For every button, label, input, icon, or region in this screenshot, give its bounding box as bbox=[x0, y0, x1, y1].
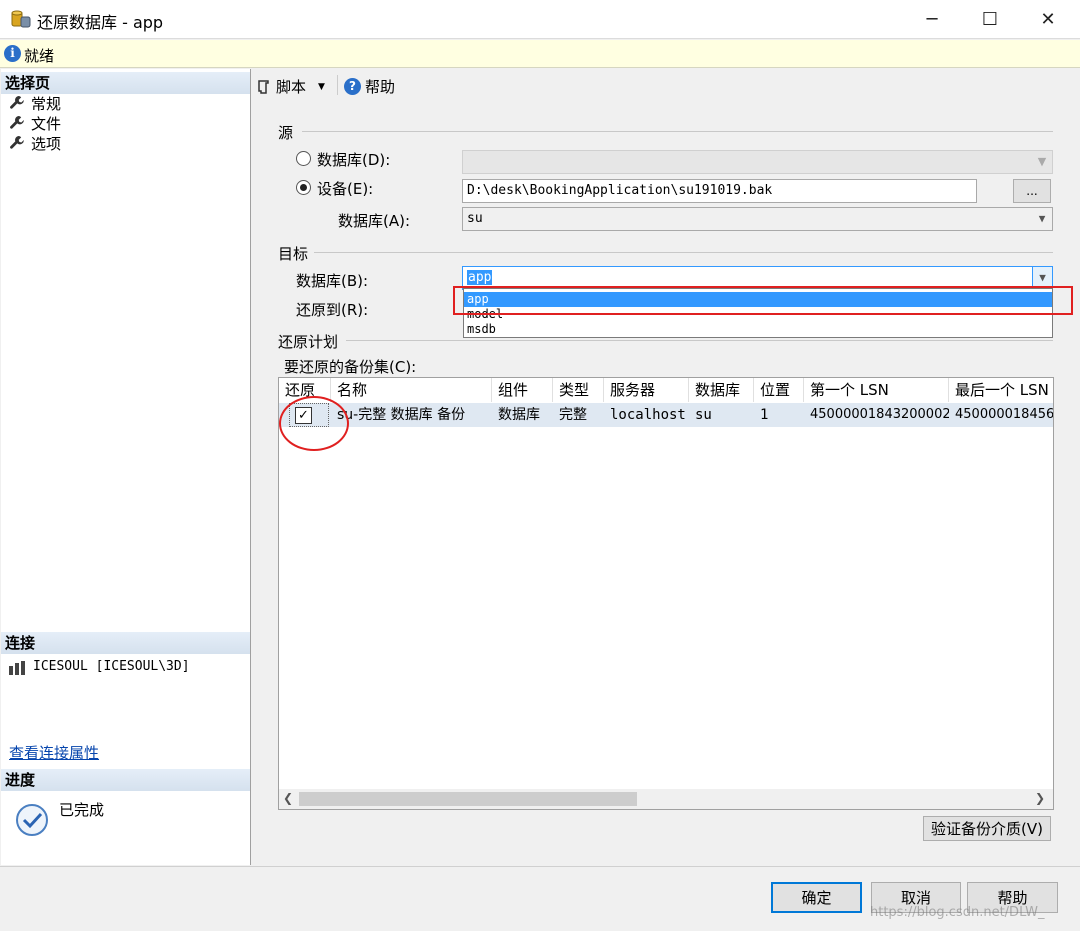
page-item-general[interactable]: 常规 bbox=[9, 93, 61, 113]
source-group-label: 源 bbox=[278, 124, 294, 142]
server-connection-icon bbox=[9, 661, 25, 675]
cell-component: 数据库 bbox=[498, 407, 540, 423]
cell-type: 完整 bbox=[559, 407, 587, 423]
script-label: 脚本 bbox=[276, 78, 307, 96]
ok-button[interactable]: 确定 bbox=[771, 882, 862, 913]
plan-group-label: 还原计划 bbox=[278, 333, 339, 351]
title-bar: 还原数据库 - app ─ ☐ ✕ bbox=[0, 0, 1080, 39]
info-icon: i bbox=[4, 45, 21, 62]
source-db-select[interactable]: su ▼ bbox=[462, 207, 1053, 231]
chevron-down-icon: ▼ bbox=[1038, 212, 1046, 225]
device-path-field[interactable]: D:\desk\BookingApplication\su191019.bak bbox=[462, 179, 977, 203]
column-header[interactable]: 组件 bbox=[492, 378, 553, 402]
help-icon: ? bbox=[344, 78, 361, 95]
column-header[interactable]: 最后一个 LSN bbox=[949, 378, 1053, 402]
verify-backup-button[interactable]: 验证备份介质(V) bbox=[923, 816, 1051, 841]
annotation-circle bbox=[279, 396, 349, 451]
help-label: 帮助 bbox=[365, 78, 396, 96]
completed-check-icon bbox=[16, 804, 48, 836]
page-item-label: 选项 bbox=[31, 134, 62, 153]
cell-name: su-完整 数据库 备份 bbox=[337, 407, 466, 423]
column-header[interactable]: 数据库 bbox=[689, 378, 754, 402]
column-header[interactable]: 第一个 LSN bbox=[804, 378, 949, 402]
select-page-header: 选择页 bbox=[1, 72, 250, 94]
maximize-button[interactable]: ☐ bbox=[961, 0, 1019, 39]
scroll-right-icon[interactable]: ❯ bbox=[1035, 791, 1045, 805]
column-header[interactable]: 服务器 bbox=[604, 378, 689, 402]
connection-header: 连接 bbox=[1, 632, 250, 654]
view-connection-properties-link[interactable]: 查看连接属性 bbox=[9, 742, 99, 763]
cell-server: localhost bbox=[610, 407, 686, 423]
status-text: 就绪 bbox=[24, 47, 55, 65]
column-header[interactable]: 类型 bbox=[553, 378, 604, 402]
main-pane: 脚本 ▼ ? 帮助 源 数据库(D): ▼ 设备(E): D:\desk\Boo… bbox=[252, 69, 1080, 865]
wrench-icon bbox=[10, 116, 24, 129]
backup-sets-grid[interactable]: 还原 名称 组件 类型 服务器 数据库 位置 第一个 LSN 最后一个 LSN … bbox=[278, 377, 1054, 810]
horizontal-scrollbar[interactable]: ❮ ❯ bbox=[279, 789, 1053, 809]
toolbar-separator bbox=[337, 75, 338, 95]
destination-group-line bbox=[314, 252, 1053, 253]
browse-button[interactable]: ... bbox=[1013, 179, 1051, 203]
source-database-select[interactable]: ▼ bbox=[462, 150, 1053, 174]
column-header[interactable]: 位置 bbox=[754, 378, 804, 402]
source-db-value: su bbox=[467, 211, 483, 226]
cell-database: su bbox=[695, 407, 712, 423]
source-group-line bbox=[302, 131, 1053, 132]
source-db-label: 数据库(A): bbox=[338, 212, 411, 230]
plan-group-line bbox=[346, 340, 1053, 341]
chevron-down-icon: ▼ bbox=[318, 81, 325, 92]
restore-to-label: 还原到(R): bbox=[296, 301, 369, 319]
progress-header: 进度 bbox=[1, 769, 250, 791]
scrollbar-thumb[interactable] bbox=[299, 792, 637, 806]
cell-last-lsn: 4500000184560 bbox=[955, 407, 1054, 422]
close-button[interactable]: ✕ bbox=[1019, 0, 1077, 39]
wrench-icon bbox=[10, 136, 24, 149]
connection-value: ICESOUL [ICESOUL\3D] bbox=[33, 659, 190, 674]
scroll-left-icon[interactable]: ❮ bbox=[283, 791, 293, 805]
script-button[interactable]: 脚本 ▼ bbox=[256, 76, 325, 97]
page-item-options[interactable]: 选项 bbox=[9, 133, 61, 153]
destination-db-value: app bbox=[467, 270, 493, 285]
device-source-radio[interactable] bbox=[296, 180, 311, 195]
database-source-radio[interactable] bbox=[296, 151, 311, 166]
cell-first-lsn: 45000001843200002 bbox=[810, 407, 949, 422]
column-header[interactable]: 名称 bbox=[331, 378, 492, 402]
annotation-rectangle bbox=[453, 286, 1073, 315]
script-icon bbox=[258, 79, 269, 94]
page-item-label: 常规 bbox=[31, 94, 62, 113]
cell-position: 1 bbox=[760, 407, 769, 423]
minimize-button[interactable]: ─ bbox=[903, 0, 961, 39]
device-source-label: 设备(E): bbox=[317, 180, 374, 198]
left-pane: 选择页 常规 文件 选项 连接 ICESOUL [ICESOUL\3D] 查看连… bbox=[1, 69, 251, 865]
page-item-label: 文件 bbox=[31, 114, 62, 133]
window-title: 还原数据库 - app bbox=[37, 13, 164, 32]
backup-sets-label: 要还原的备份集(C): bbox=[284, 358, 417, 376]
page-item-files[interactable]: 文件 bbox=[9, 113, 61, 133]
dialog-footer: 确定 取消 帮助 https://blog.csdn.net/DLW_ bbox=[0, 866, 1080, 931]
watermark: https://blog.csdn.net/DLW_ bbox=[870, 905, 1045, 920]
wrench-icon bbox=[10, 96, 24, 109]
dropdown-option[interactable]: msdb bbox=[464, 322, 1052, 337]
destination-db-label: 数据库(B): bbox=[296, 272, 369, 290]
status-strip: i 就绪 bbox=[0, 40, 1080, 68]
chevron-down-icon: ▼ bbox=[1037, 155, 1047, 168]
database-source-label: 数据库(D): bbox=[317, 151, 391, 169]
database-restore-icon bbox=[11, 10, 31, 28]
destination-group-label: 目标 bbox=[278, 245, 309, 263]
help-toolbar-button[interactable]: ? 帮助 bbox=[344, 76, 395, 97]
progress-status: 已完成 bbox=[59, 801, 105, 819]
toolbar: 脚本 ▼ ? 帮助 bbox=[252, 69, 1080, 101]
